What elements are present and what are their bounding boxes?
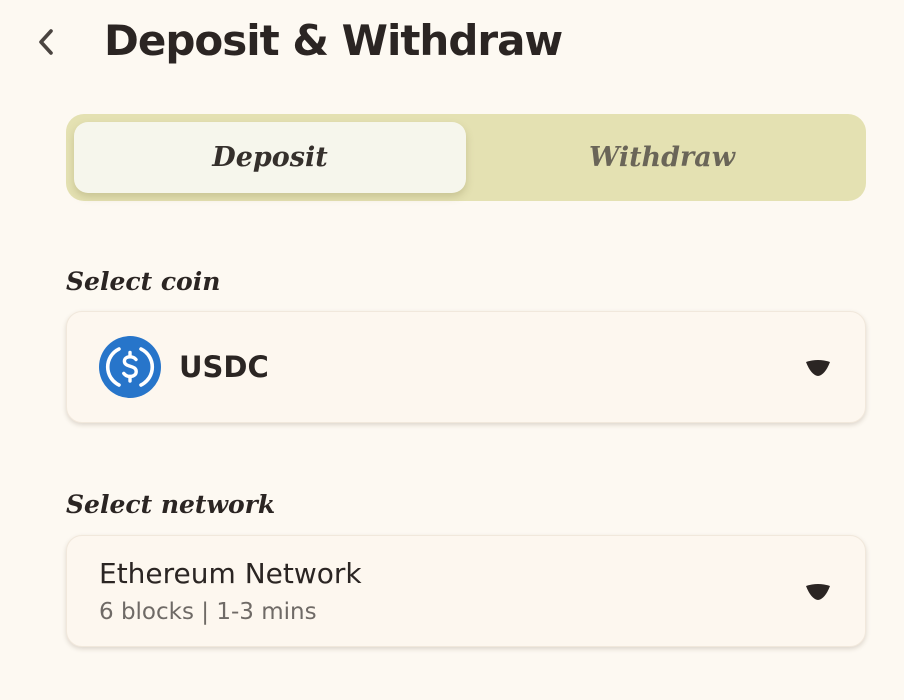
chevron-down-icon [806,360,830,376]
selected-network-name: Ethereum Network [99,557,362,590]
header: Deposit & Withdraw [0,0,904,90]
coin-select-dropdown[interactable]: USDC [66,311,866,423]
back-button[interactable] [26,22,66,62]
chevron-down-icon [806,584,830,600]
usdc-coin-icon [99,336,161,398]
select-network-label: Select network [66,490,276,519]
select-coin-label: Select coin [66,267,221,296]
deposit-withdraw-screen: Deposit & Withdraw Deposit Withdraw Sele… [0,0,904,700]
deposit-withdraw-tabs: Deposit Withdraw [66,114,866,201]
network-confirmation-detail: 6 blocks | 1-3 mins [99,599,317,625]
tab-withdraw[interactable]: Withdraw [466,122,858,193]
chevron-left-icon [39,29,53,55]
tab-deposit[interactable]: Deposit [74,122,466,193]
page-title: Deposit & Withdraw [104,16,563,65]
network-select-dropdown[interactable]: Ethereum Network 6 blocks | 1-3 mins [66,535,866,647]
selected-coin-name: USDC [179,350,269,384]
